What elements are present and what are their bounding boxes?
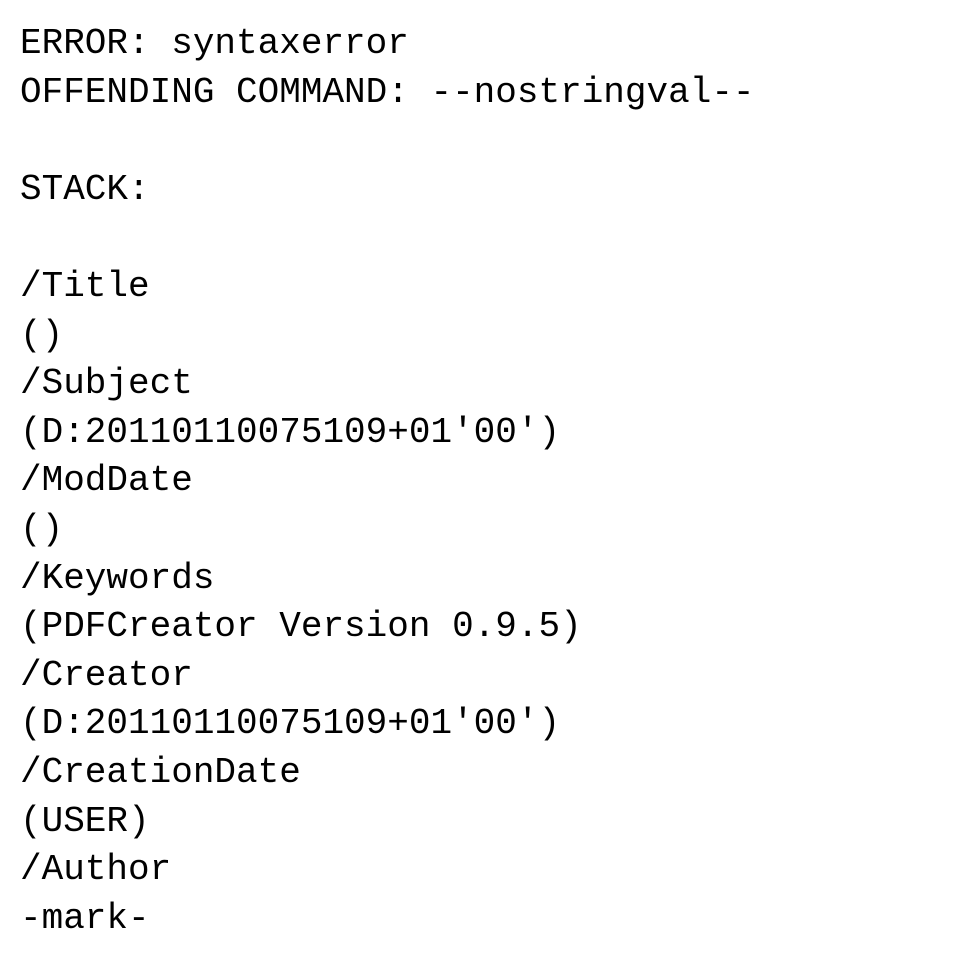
title-value: () — [20, 312, 940, 361]
creationdate-key: /CreationDate — [20, 749, 940, 798]
creationdate-value: (USER) — [20, 798, 940, 847]
keywords-key: /Keywords — [20, 555, 940, 604]
moddate-value: () — [20, 506, 940, 555]
offending-command-line: OFFENDING COMMAND: --nostringval-- — [20, 69, 940, 118]
subject-value: (D:20110110075109+01'00') — [20, 409, 940, 458]
title-key: /Title — [20, 263, 940, 312]
creator-value: (D:20110110075109+01'00') — [20, 700, 940, 749]
blank-line-2 — [20, 214, 940, 263]
author-key: /Author — [20, 846, 940, 895]
creator-key: /Creator — [20, 652, 940, 701]
subject-key: /Subject — [20, 360, 940, 409]
keywords-value: (PDFCreator Version 0.9.5) — [20, 603, 940, 652]
mark-line: -mark- — [20, 895, 940, 944]
stack-label: STACK: — [20, 166, 940, 215]
moddate-key: /ModDate — [20, 457, 940, 506]
error-line: ERROR: syntaxerror — [20, 20, 940, 69]
blank-line-1 — [20, 117, 940, 166]
